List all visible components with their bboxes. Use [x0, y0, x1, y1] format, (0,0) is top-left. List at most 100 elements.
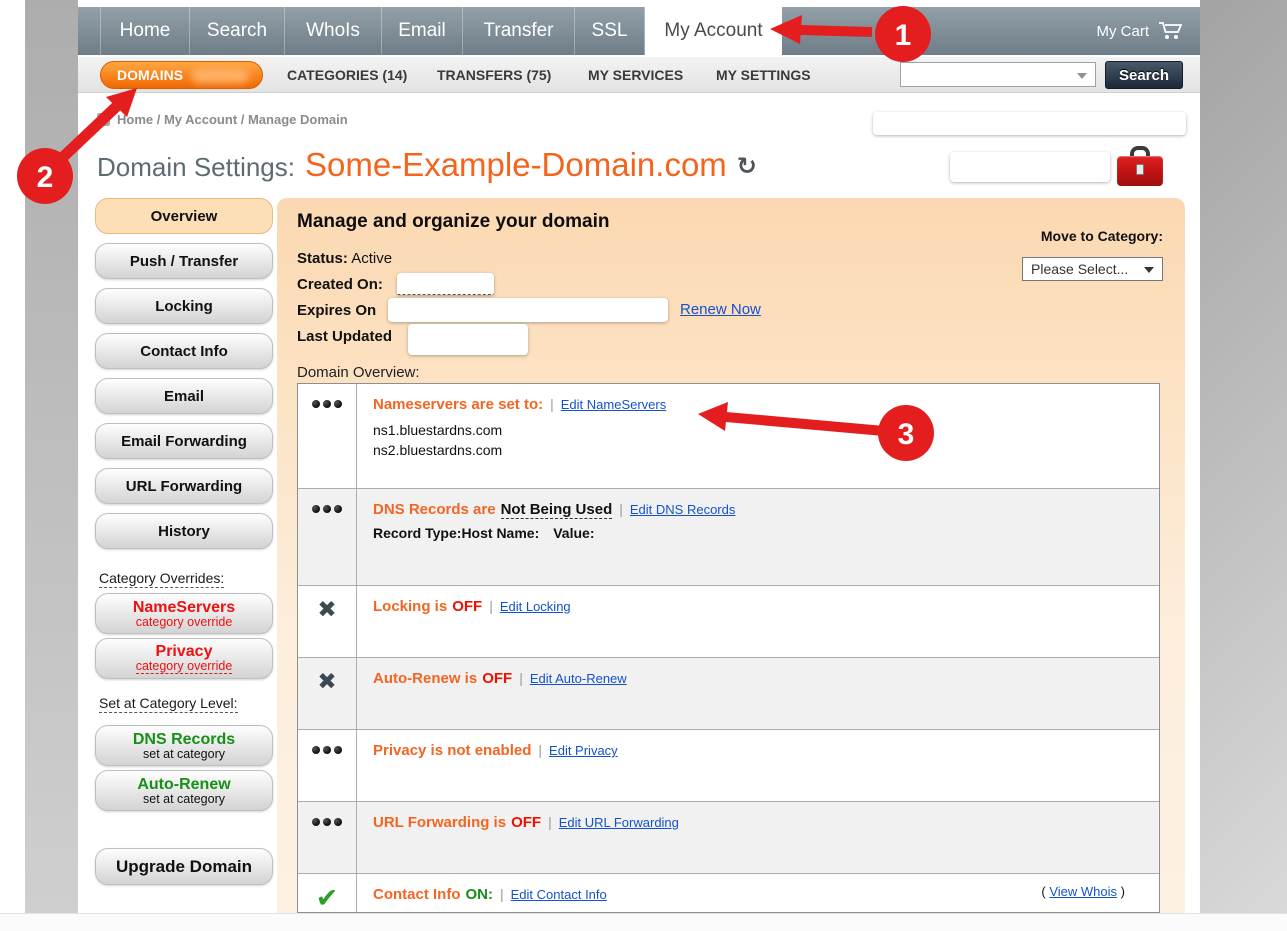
- panel-heading: Manage and organize your domain: [297, 211, 610, 233]
- chevron-down-icon[interactable]: [1077, 73, 1087, 79]
- expires-label: Expires On: [297, 302, 376, 319]
- row-title: Auto-Renew is: [373, 670, 477, 687]
- redacted-created-date: [397, 273, 494, 295]
- redacted-domain-count: [191, 68, 249, 83]
- my-cart-label: My Cart: [1097, 23, 1150, 40]
- sidebar-button-privacy-override[interactable]: Privacy category override: [95, 638, 273, 679]
- nameserver-1: ns1.bluestardns.com: [373, 420, 1149, 440]
- row-title: Contact Info: [373, 886, 461, 903]
- table-row-locking: ✖ Locking is OFF | Edit Locking: [298, 585, 1159, 657]
- separator: |: [519, 670, 523, 686]
- nav-tab-email[interactable]: Email: [382, 7, 463, 55]
- title-prefix: Domain Settings:: [97, 152, 295, 183]
- edit-nameservers-link[interactable]: Edit NameServers: [561, 397, 666, 412]
- sidebar-tab-email[interactable]: Email: [95, 378, 273, 414]
- nameserver-2: ns2.bluestardns.com: [373, 440, 1149, 460]
- subnav-item-my-services[interactable]: MY SERVICES: [588, 57, 683, 93]
- page-body: Home Search WhoIs Email Transfer SSL My …: [78, 0, 1200, 913]
- sidebar-tab-history[interactable]: History: [95, 513, 273, 549]
- status-icon-cell: [298, 802, 357, 873]
- updated-line: Last Updated: [297, 328, 392, 345]
- toolbox-icon[interactable]: [1117, 146, 1163, 188]
- home-icon: [97, 113, 110, 126]
- move-to-category-select[interactable]: Please Select...: [1022, 257, 1163, 281]
- edit-url-forwarding-link[interactable]: Edit URL Forwarding: [559, 815, 679, 830]
- table-row-auto-renew: ✖ Auto-Renew is OFF | Edit Auto-Renew: [298, 657, 1159, 729]
- row-status: Not Being Used: [501, 501, 613, 519]
- edit-contact-info-link[interactable]: Edit Contact Info: [511, 887, 607, 902]
- dots-icon: [312, 503, 342, 515]
- edit-privacy-link[interactable]: Edit Privacy: [549, 743, 618, 758]
- dots-icon: [312, 816, 342, 828]
- x-icon: ✖: [317, 672, 336, 729]
- nav-tab-ssl[interactable]: SSL: [575, 7, 645, 55]
- nav-tab-home[interactable]: Home: [100, 7, 190, 55]
- separator: |: [550, 396, 554, 412]
- breadcrumb-text[interactable]: Home / My Account / Manage Domain: [117, 112, 348, 127]
- sidebar-tab-url-forwarding[interactable]: URL Forwarding: [95, 468, 273, 504]
- nav-tab-my-account[interactable]: My Account: [645, 7, 782, 55]
- sidebar-tab-email-forwarding[interactable]: Email Forwarding: [95, 423, 273, 459]
- override-subtitle: category override: [136, 616, 233, 629]
- separator: |: [489, 598, 493, 614]
- redacted-box-top: [873, 112, 1186, 135]
- table-row-contact-info: ✔ Contact Info ON: | Edit Contact Info (…: [298, 873, 1159, 913]
- separator: |: [538, 742, 542, 758]
- override-subtitle: category override: [136, 660, 233, 674]
- expires-line: Expires On: [297, 302, 376, 319]
- dots-icon: [312, 744, 342, 756]
- status-label: Status:: [297, 250, 348, 267]
- bottom-gutter: [0, 913, 1287, 931]
- site-search-input[interactable]: [903, 64, 1071, 85]
- category-title: DNS Records: [133, 731, 235, 748]
- sidebar-button-nameservers-override[interactable]: NameServers category override: [95, 593, 273, 634]
- search-button[interactable]: Search: [1105, 61, 1183, 89]
- domain-overview-label: Domain Overview:: [297, 364, 420, 381]
- edit-dns-records-link[interactable]: Edit DNS Records: [630, 502, 735, 517]
- redacted-expiry-date: [388, 298, 668, 322]
- sidebar-button-dns-records-category[interactable]: DNS Records set at category: [95, 725, 273, 766]
- cart-icon: [1158, 21, 1184, 41]
- status-value: Active: [351, 250, 392, 267]
- override-title: NameServers: [133, 599, 235, 616]
- domain-name: Some-Example-Domain.com: [305, 146, 727, 184]
- refresh-icon[interactable]: ↻: [737, 152, 757, 180]
- subnav-item-my-settings[interactable]: MY SETTINGS: [716, 57, 811, 93]
- site-search-combobox[interactable]: [900, 62, 1096, 87]
- view-whois-link[interactable]: View Whois: [1049, 884, 1117, 899]
- subnav-item-domains[interactable]: DOMAINS: [100, 61, 263, 89]
- top-navigation: Home Search WhoIs Email Transfer SSL My …: [78, 7, 1200, 55]
- nav-tab-whois[interactable]: WhoIs: [285, 7, 382, 55]
- table-row-url-forwarding: URL Forwarding is OFF | Edit URL Forward…: [298, 801, 1159, 873]
- edit-locking-link[interactable]: Edit Locking: [500, 599, 571, 614]
- edit-auto-renew-link[interactable]: Edit Auto-Renew: [530, 671, 627, 686]
- renew-now-link[interactable]: Renew Now: [680, 301, 761, 318]
- chevron-down-icon: [1144, 267, 1154, 273]
- sidebar-tab-push-transfer[interactable]: Push / Transfer: [95, 243, 273, 279]
- nav-tab-transfer[interactable]: Transfer: [463, 7, 575, 55]
- separator: |: [500, 886, 504, 902]
- status-icon-cell: [298, 730, 357, 801]
- status-icon-cell: ✖: [298, 586, 357, 657]
- subnav-item-categories[interactable]: CATEGORIES (14): [287, 57, 407, 93]
- sidebar-tab-contact-info[interactable]: Contact Info: [95, 333, 273, 369]
- value-header: Value:: [553, 525, 594, 541]
- subnav-item-transfers[interactable]: TRANSFERS (75): [437, 57, 551, 93]
- category-title: Auto-Renew: [137, 776, 230, 793]
- table-row-nameservers: Nameservers are set to: | Edit NameServe…: [298, 384, 1159, 488]
- status-line: Status: Active: [297, 250, 392, 267]
- updated-label: Last Updated: [297, 328, 392, 345]
- sidebar-button-auto-renew-category[interactable]: Auto-Renew set at category: [95, 770, 273, 811]
- sidebar-tab-overview[interactable]: Overview: [95, 198, 273, 234]
- sidebar-tab-locking[interactable]: Locking: [95, 288, 273, 324]
- status-icon-cell: [298, 489, 357, 585]
- status-icon-cell: ✖: [298, 658, 357, 729]
- paren-open: (: [1041, 884, 1045, 899]
- my-cart-button[interactable]: My Cart: [1097, 7, 1185, 55]
- upgrade-domain-button[interactable]: Upgrade Domain: [95, 848, 273, 885]
- x-icon: ✖: [317, 600, 336, 657]
- nav-tab-search[interactable]: Search: [190, 7, 285, 55]
- redacted-box-title: [950, 152, 1110, 182]
- toolbox-latch: [1136, 164, 1144, 175]
- domain-settings-page: Home Search WhoIs Email Transfer SSL My …: [0, 0, 1287, 931]
